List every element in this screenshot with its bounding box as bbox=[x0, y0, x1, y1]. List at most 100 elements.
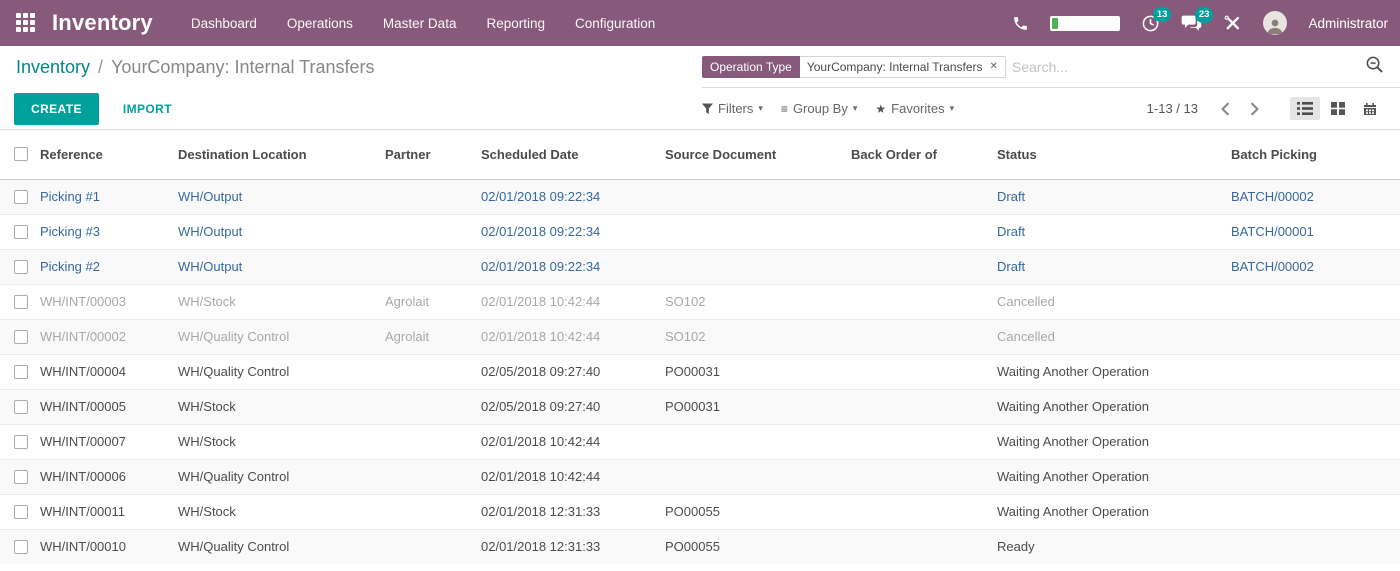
group-by-dropdown[interactable]: ≡ Group By ▾ bbox=[781, 101, 857, 116]
row-checkbox[interactable] bbox=[14, 190, 28, 204]
table-row[interactable]: WH/INT/00011WH/Stock02/01/2018 12:31:33P… bbox=[0, 494, 1400, 529]
pager-next-button[interactable] bbox=[1245, 98, 1264, 120]
cell-batch: BATCH/00002 bbox=[1231, 249, 1400, 284]
menu-item-operations[interactable]: Operations bbox=[287, 16, 353, 31]
cell-batch bbox=[1231, 424, 1400, 459]
user-menu[interactable] bbox=[1263, 11, 1287, 35]
search-input[interactable] bbox=[1012, 59, 1359, 75]
user-name[interactable]: Administrator bbox=[1308, 16, 1388, 31]
menu-item-reporting[interactable]: Reporting bbox=[486, 16, 545, 31]
message-count-badge: 23 bbox=[1195, 7, 1214, 23]
cell-reference: WH/INT/00010 bbox=[40, 529, 178, 564]
cell-backorder bbox=[851, 249, 997, 284]
cell-scheduled: 02/01/2018 09:22:34 bbox=[481, 249, 665, 284]
menu-item-dashboard[interactable]: Dashboard bbox=[191, 16, 257, 31]
menu-item-configuration[interactable]: Configuration bbox=[575, 16, 655, 31]
search-icon[interactable] bbox=[1365, 55, 1384, 79]
apps-menu-icon[interactable] bbox=[16, 13, 36, 33]
row-checkbox[interactable] bbox=[14, 505, 28, 519]
cell-backorder bbox=[851, 354, 997, 389]
cell-partner bbox=[385, 249, 481, 284]
column-header-status[interactable]: Status bbox=[997, 130, 1231, 179]
table-row[interactable]: WH/INT/00006WH/Quality Control02/01/2018… bbox=[0, 459, 1400, 494]
cell-backorder bbox=[851, 179, 997, 214]
cell-status: Cancelled bbox=[997, 284, 1231, 319]
cell-status: Ready bbox=[997, 529, 1231, 564]
table-row[interactable]: WH/INT/00007WH/Stock02/01/2018 10:42:44W… bbox=[0, 424, 1400, 459]
row-checkbox[interactable] bbox=[14, 470, 28, 484]
row-checkbox[interactable] bbox=[14, 260, 28, 274]
tools-icon[interactable] bbox=[1223, 14, 1242, 33]
cell-batch bbox=[1231, 354, 1400, 389]
transfer-rows: Picking #1WH/Output02/01/2018 09:22:34Dr… bbox=[0, 179, 1400, 564]
column-header-back-order-of[interactable]: Back Order of bbox=[851, 130, 997, 179]
column-header-batch-picking[interactable]: Batch Picking bbox=[1231, 130, 1400, 179]
row-checkbox[interactable] bbox=[14, 330, 28, 344]
table-row[interactable]: WH/INT/00004WH/Quality Control02/05/2018… bbox=[0, 354, 1400, 389]
cell-backorder bbox=[851, 424, 997, 459]
top-navbar: Inventory Dashboard Operations Master Data… bbox=[0, 0, 1400, 46]
column-header-source-document[interactable]: Source Document bbox=[665, 130, 851, 179]
calendar-view-button[interactable] bbox=[1356, 97, 1384, 121]
row-checkbox[interactable] bbox=[14, 365, 28, 379]
table-row[interactable]: Picking #2WH/Output02/01/2018 09:22:34Dr… bbox=[0, 249, 1400, 284]
row-checkbox[interactable] bbox=[14, 295, 28, 309]
activities-icon[interactable]: 13 bbox=[1141, 14, 1160, 33]
search-bar: Operation Type YourCompany: Internal Tra… bbox=[702, 46, 1400, 88]
cell-reference: Picking #2 bbox=[40, 249, 178, 284]
favorites-dropdown[interactable]: ★ Favorites ▾ bbox=[875, 101, 954, 116]
table-row[interactable]: WH/INT/00010WH/Quality Control02/01/2018… bbox=[0, 529, 1400, 564]
cell-status: Waiting Another Operation bbox=[997, 354, 1231, 389]
cell-destination: WH/Stock bbox=[178, 494, 385, 529]
cell-source: PO00031 bbox=[665, 354, 851, 389]
phone-icon[interactable] bbox=[1012, 15, 1029, 32]
select-all-checkbox[interactable] bbox=[14, 147, 28, 161]
cell-batch: BATCH/00002 bbox=[1231, 179, 1400, 214]
cell-scheduled: 02/01/2018 09:22:34 bbox=[481, 179, 665, 214]
control-panel: Inventory / YourCompany: Internal Transf… bbox=[0, 46, 1400, 130]
cell-backorder bbox=[851, 284, 997, 319]
cell-source: SO102 bbox=[665, 319, 851, 354]
search-facet[interactable]: Operation Type YourCompany: Internal Tra… bbox=[702, 56, 1006, 78]
cell-batch: BATCH/00001 bbox=[1231, 214, 1400, 249]
table-row[interactable]: Picking #3WH/Output02/01/2018 09:22:34Dr… bbox=[0, 214, 1400, 249]
column-header-reference[interactable]: Reference bbox=[40, 130, 178, 179]
cell-destination: WH/Stock bbox=[178, 284, 385, 319]
menu-item-master-data[interactable]: Master Data bbox=[383, 16, 457, 31]
list-view-button[interactable] bbox=[1290, 97, 1320, 120]
activity-count-badge: 13 bbox=[1153, 7, 1172, 23]
cell-reference: Picking #3 bbox=[40, 214, 178, 249]
filters-dropdown[interactable]: Filters ▾ bbox=[702, 101, 763, 116]
table-row[interactable]: WH/INT/00002WH/Quality ControlAgrolait02… bbox=[0, 319, 1400, 354]
cell-partner bbox=[385, 459, 481, 494]
kanban-view-button[interactable] bbox=[1324, 97, 1352, 120]
cell-partner: Agrolait bbox=[385, 319, 481, 354]
row-checkbox[interactable] bbox=[14, 400, 28, 414]
facet-remove-icon[interactable]: ✕ bbox=[990, 62, 998, 72]
cell-backorder bbox=[851, 459, 997, 494]
app-name[interactable]: Inventory bbox=[52, 10, 153, 36]
row-checkbox[interactable] bbox=[14, 225, 28, 239]
cell-batch bbox=[1231, 284, 1400, 319]
column-header-scheduled-date[interactable]: Scheduled Date bbox=[481, 130, 665, 179]
breadcrumb-root-link[interactable]: Inventory bbox=[16, 57, 90, 78]
table-row[interactable]: WH/INT/00003WH/StockAgrolait02/01/2018 1… bbox=[0, 284, 1400, 319]
star-icon: ★ bbox=[875, 102, 886, 116]
cell-destination: WH/Quality Control bbox=[178, 459, 385, 494]
row-select-cell bbox=[0, 249, 40, 284]
messages-icon[interactable]: 23 bbox=[1181, 14, 1202, 32]
timer-widget[interactable] bbox=[1050, 16, 1120, 31]
column-header-destination-location[interactable]: Destination Location bbox=[178, 130, 385, 179]
bars-icon: ≡ bbox=[781, 102, 788, 116]
cell-partner: Agrolait bbox=[385, 284, 481, 319]
cell-source bbox=[665, 249, 851, 284]
create-button[interactable]: CREATE bbox=[14, 93, 99, 125]
row-checkbox[interactable] bbox=[14, 435, 28, 449]
import-button[interactable]: IMPORT bbox=[123, 102, 172, 116]
table-row[interactable]: WH/INT/00005WH/Stock02/05/2018 09:27:40P… bbox=[0, 389, 1400, 424]
row-checkbox[interactable] bbox=[14, 540, 28, 554]
cell-status: Draft bbox=[997, 249, 1231, 284]
column-header-partner[interactable]: Partner bbox=[385, 130, 481, 179]
table-row[interactable]: Picking #1WH/Output02/01/2018 09:22:34Dr… bbox=[0, 179, 1400, 214]
pager-previous-button[interactable] bbox=[1216, 98, 1235, 120]
